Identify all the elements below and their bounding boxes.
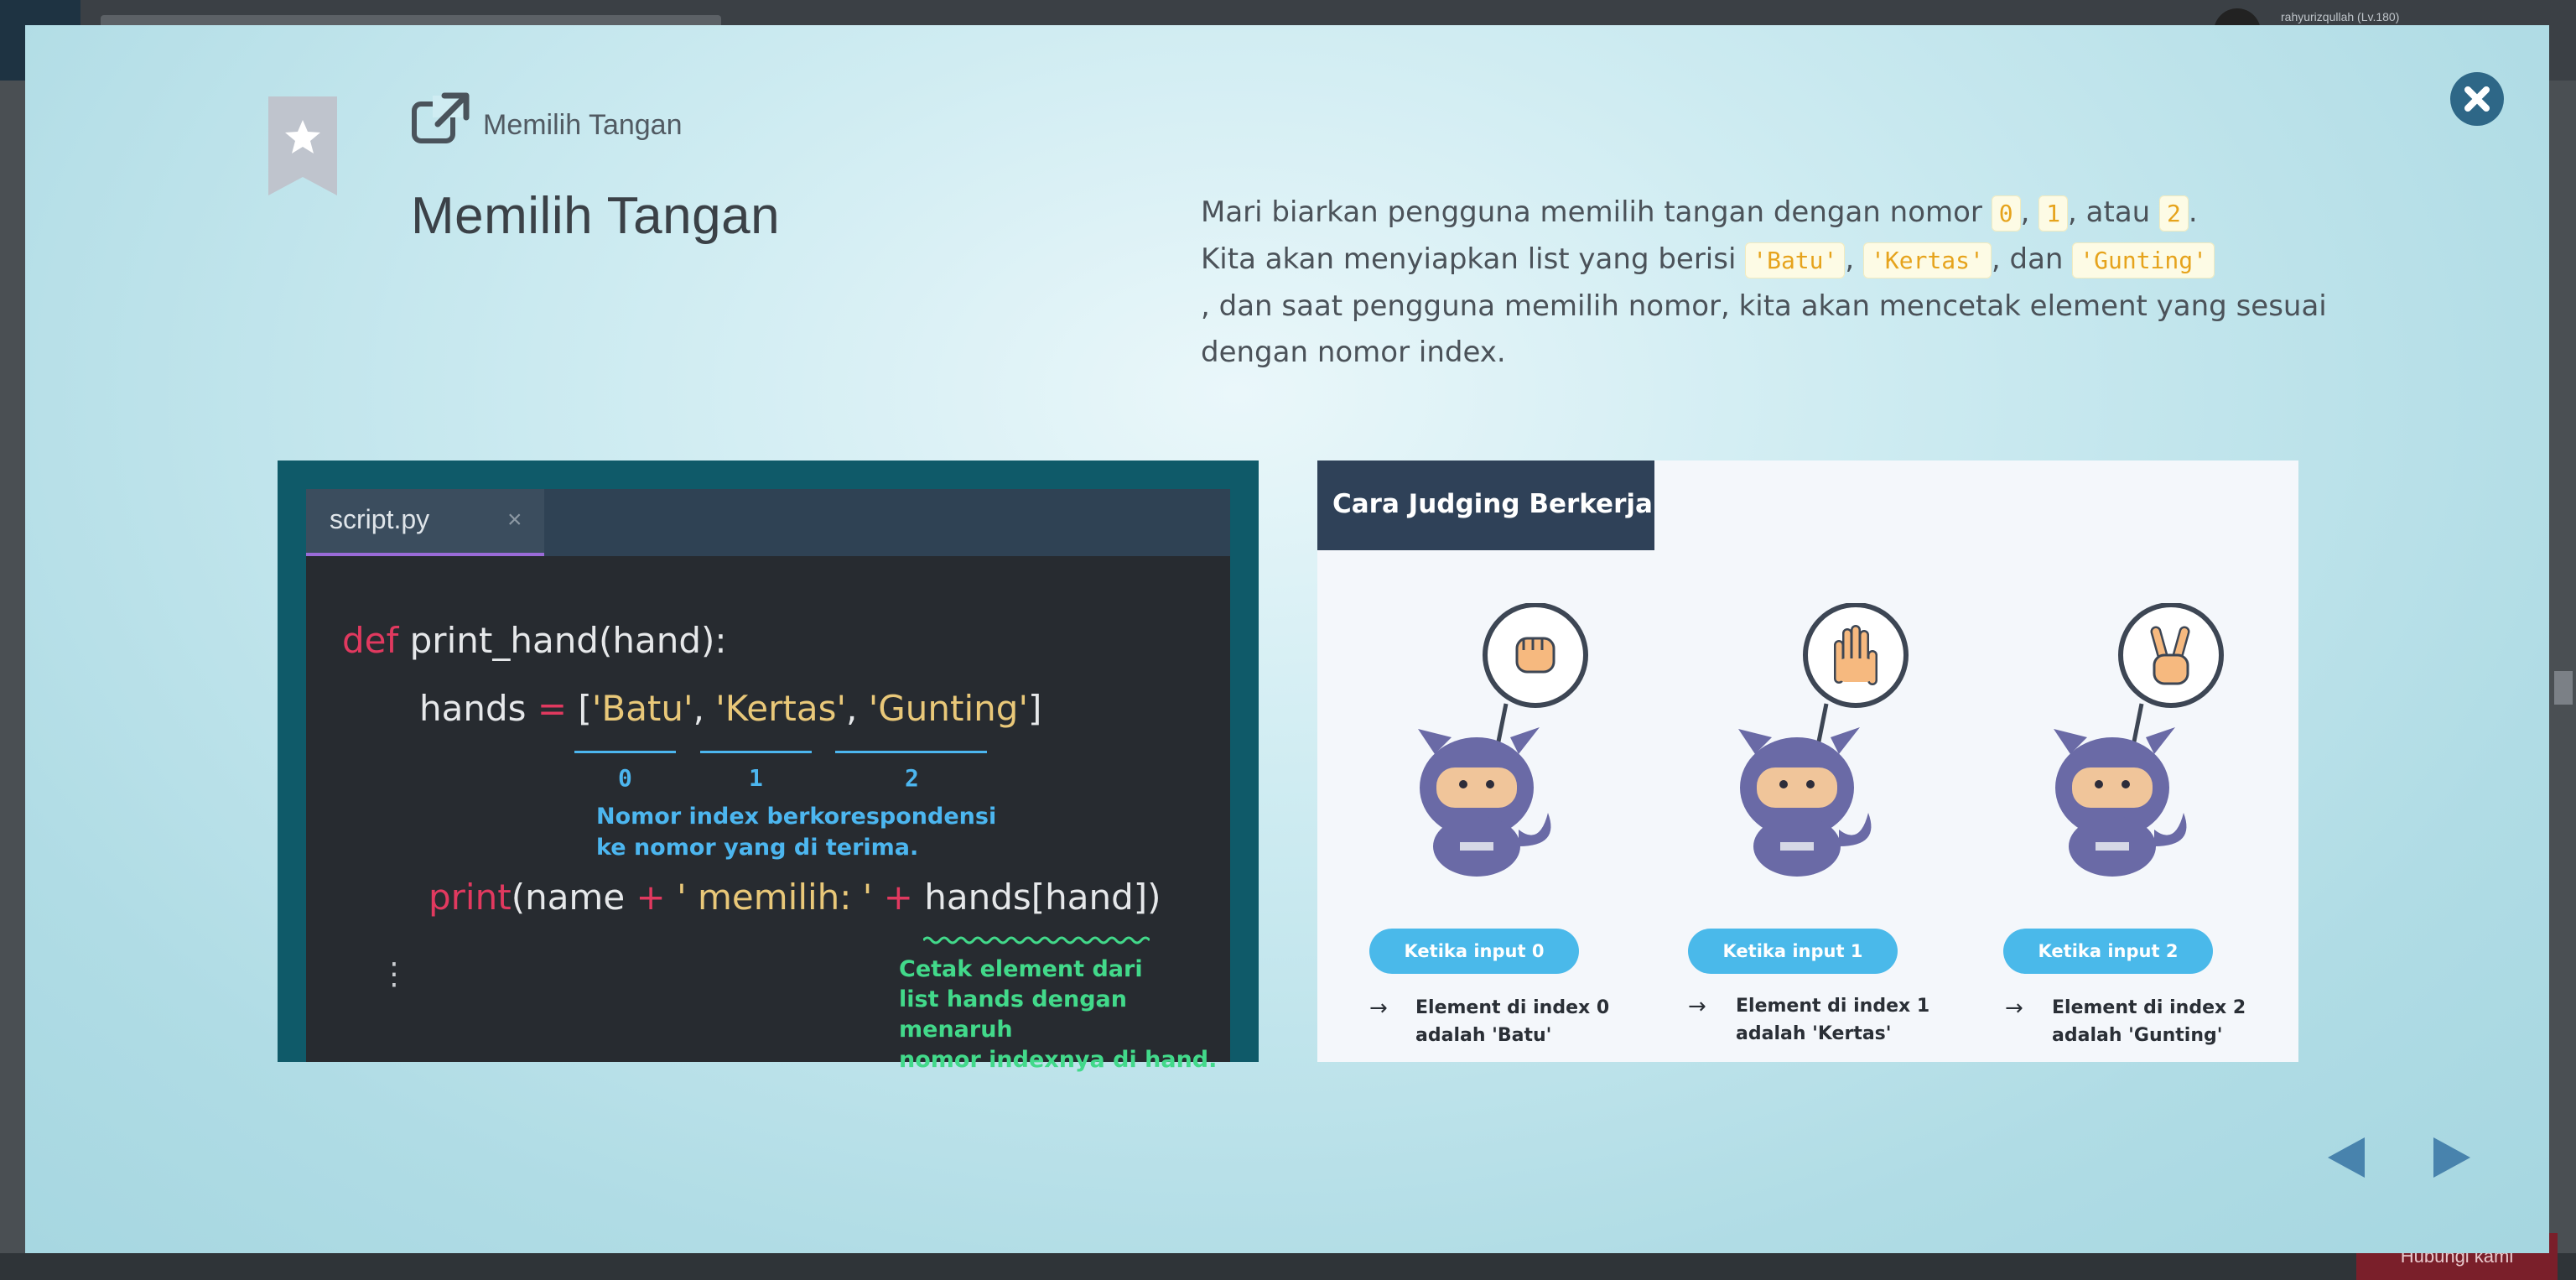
code-string: ' memilih: ' bbox=[665, 877, 873, 918]
code-operator: + bbox=[636, 877, 666, 918]
note-line: Nomor index berkorespondensi bbox=[596, 804, 997, 830]
code-string: 'Kertas' bbox=[715, 688, 847, 729]
ellipsis-icon: ⋮ bbox=[379, 957, 409, 991]
next-slide-button[interactable] bbox=[2433, 1137, 2470, 1178]
code-line-hands: hands = ['Batu', 'Kertas', 'Gunting'] bbox=[419, 688, 1041, 729]
code-editor: script.py × def print_hand(hand): hands … bbox=[306, 489, 1230, 1073]
rock-fist-icon bbox=[1515, 637, 1555, 674]
note-line: nomor indexnya di hand. bbox=[899, 1047, 1218, 1073]
result-line: Element di index 1 bbox=[1736, 996, 1930, 1017]
scrollbar-thumb[interactable] bbox=[2554, 671, 2573, 705]
wavy-underline bbox=[923, 936, 1150, 944]
arrow-right-icon: → bbox=[1369, 996, 1388, 1021]
case-pill: Ketika input 1 bbox=[1688, 929, 1898, 974]
judging-title: Cara Judging Berkerja bbox=[1332, 489, 1653, 519]
result-line: adalah 'Batu' bbox=[1415, 1025, 1552, 1046]
code-line-print: print(name + ' memilih: ' + hands[hand]) bbox=[428, 877, 1161, 918]
note-line: Cetak element dari bbox=[899, 956, 1143, 982]
prev-slide-button[interactable] bbox=[2328, 1137, 2365, 1178]
desc-text: , bbox=[1845, 242, 1864, 276]
index-underline bbox=[574, 751, 676, 753]
result-line: Element di index 2 bbox=[2052, 997, 2246, 1018]
case-result: Element di index 1 adalah 'Kertas' bbox=[1736, 992, 1929, 1048]
desc-text: , bbox=[2020, 195, 2039, 229]
tab-script-py: script.py × bbox=[306, 489, 544, 556]
result-line: adalah 'Kertas' bbox=[1736, 1023, 1892, 1044]
ninja-rock-icon bbox=[1418, 603, 1588, 877]
category-label: Memilih Tangan bbox=[483, 108, 683, 141]
code-string: 'Batu' bbox=[591, 688, 693, 729]
code-number: 2 bbox=[2159, 195, 2189, 232]
code-number: 0 bbox=[1991, 195, 2021, 232]
desc-text: , atau bbox=[2068, 195, 2160, 229]
index-label: 2 bbox=[905, 764, 919, 792]
bookmark-icon[interactable] bbox=[268, 96, 337, 195]
code-string: 'Kertas' bbox=[1863, 242, 1992, 278]
tab-close-icon: × bbox=[507, 506, 522, 533]
close-icon bbox=[2464, 86, 2490, 112]
result-line: Element di index 0 bbox=[1415, 997, 1610, 1018]
ninja-paper-icon bbox=[1738, 603, 1909, 877]
desc-text: , dan bbox=[1991, 242, 2073, 276]
tab-label: script.py bbox=[330, 504, 430, 534]
judging-illustration: Cara Judging Berkerja Ketika input 0 → E… bbox=[1317, 460, 2298, 1062]
code-text: [ bbox=[567, 688, 592, 729]
index-label: 1 bbox=[749, 764, 763, 792]
page-title: Memilih Tangan bbox=[411, 187, 781, 245]
arrow-right-icon: → bbox=[1688, 994, 1706, 1019]
case-result: Element di index 0 adalah 'Batu' bbox=[1415, 994, 1609, 1049]
code-keyword: def bbox=[342, 620, 399, 661]
username-label: rahyurizqullah (Lv.180) bbox=[2281, 10, 2400, 23]
code-text: , bbox=[846, 688, 869, 729]
index-underline bbox=[700, 751, 812, 753]
note-line: ke nomor yang di terima. bbox=[596, 835, 919, 861]
code-string: 'Batu' bbox=[1745, 242, 1846, 278]
code-keyword: print bbox=[428, 877, 512, 918]
code-string: 'Gunting' bbox=[868, 688, 1029, 729]
code-number: 1 bbox=[2038, 195, 2069, 232]
external-link-icon[interactable] bbox=[411, 92, 470, 146]
code-operator: + bbox=[872, 877, 913, 918]
case-pill: Ketika input 2 bbox=[2003, 929, 2213, 974]
category-row: Memilih Tangan bbox=[411, 92, 683, 146]
background-footer bbox=[0, 1253, 2576, 1280]
code-string: 'Gunting' bbox=[2072, 242, 2215, 278]
index-label: 0 bbox=[618, 764, 632, 792]
paper-hand-icon bbox=[1834, 625, 1877, 685]
index-note: Nomor index berkorespondensi ke nomor ya… bbox=[596, 801, 996, 863]
note-line: list hands dengan menaruh bbox=[899, 986, 1127, 1043]
code-illustration: script.py × def print_hand(hand): hands … bbox=[278, 460, 1259, 1073]
code-text: (name bbox=[511, 877, 636, 918]
desc-text: , dan saat pengguna memilih nomor, kita … bbox=[1201, 289, 2327, 369]
desc-text: . bbox=[2188, 195, 2198, 229]
code-line-def: def print_hand(hand): bbox=[342, 620, 727, 661]
case-result: Element di index 2 adalah 'Gunting' bbox=[2052, 994, 2246, 1049]
ninja-scissors-icon bbox=[2054, 603, 2224, 877]
index-underline bbox=[835, 751, 987, 753]
case-pill: Ketika input 0 bbox=[1369, 929, 1579, 974]
code-text: print_hand(hand): bbox=[398, 620, 727, 661]
editor-tab-bar: script.py × bbox=[306, 489, 1230, 556]
desc-text: Kita akan menyiapkan list yang berisi bbox=[1201, 242, 1746, 276]
judging-title-bar: Cara Judging Berkerja bbox=[1317, 460, 1654, 550]
code-text: ] bbox=[1028, 688, 1042, 729]
code-text: hands bbox=[419, 688, 538, 729]
slide-modal: Memilih Tangan Memilih Tangan Mari biark… bbox=[25, 25, 2549, 1253]
close-button[interactable] bbox=[2450, 72, 2504, 126]
desc-text: Mari biarkan pengguna memilih tangan den… bbox=[1201, 195, 1992, 229]
slide-description: Mari biarkan pengguna memilih tangan den… bbox=[1201, 190, 2341, 376]
code-operator: = bbox=[537, 688, 568, 729]
print-note: Cetak element dari list hands dengan men… bbox=[899, 955, 1230, 1075]
code-text: hands[hand]) bbox=[912, 877, 1161, 918]
code-text: , bbox=[693, 688, 716, 729]
result-line: adalah 'Gunting' bbox=[2052, 1025, 2223, 1046]
arrow-right-icon: → bbox=[2005, 996, 2023, 1021]
